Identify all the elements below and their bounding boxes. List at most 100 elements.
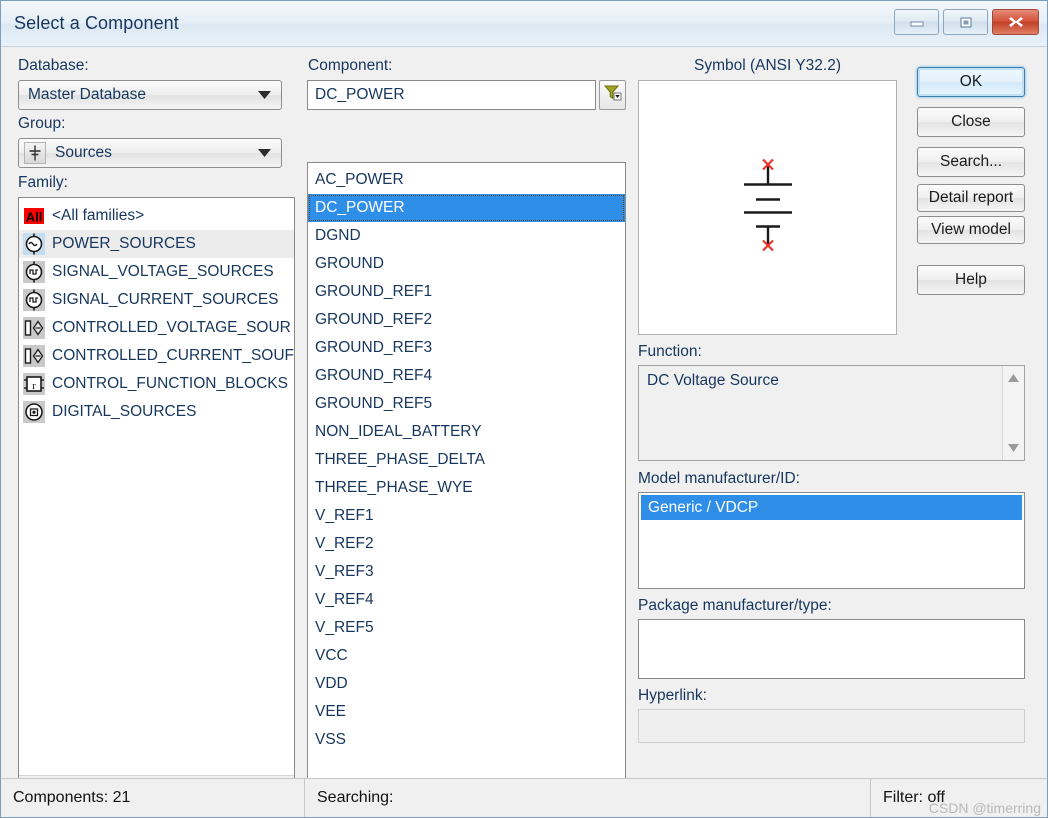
ok-button[interactable]: OK (917, 67, 1025, 97)
hyperlink-field[interactable] (638, 709, 1025, 743)
source-symbol-icon (24, 142, 46, 164)
family-label: Family: (18, 174, 68, 191)
family-listbox[interactable]: All <All families> POWER_SOURCES SIGNAL_… (18, 197, 295, 801)
model-manufacturer-label: Model manufacturer/ID: (638, 470, 800, 487)
package-manufacturer-label-wrap: Package manufacturer/type: (638, 597, 832, 615)
control-function-blocks-icon: r (23, 373, 45, 395)
component-item[interactable]: DGND (308, 222, 625, 250)
package-manufacturer-listbox[interactable] (638, 619, 1025, 679)
component-item[interactable]: NON_IDEAL_BATTERY (308, 418, 625, 446)
model-manufacturer-item-selected[interactable]: Generic / VDCP (641, 495, 1022, 520)
restore-icon (958, 15, 974, 29)
family-item-controlled-voltage-sources[interactable]: CONTROLLED_VOLTAGE_SOUR (19, 314, 294, 342)
minimize-button[interactable] (894, 9, 939, 35)
family-item-label: SIGNAL_CURRENT_SOURCES (52, 291, 279, 308)
restore-button[interactable] (943, 9, 988, 35)
component-item[interactable]: AC_POWER (308, 166, 625, 194)
dialog-body: Database: Master Database Group: Sources (1, 46, 1047, 801)
close-dialog-button[interactable]: Close (917, 107, 1025, 137)
close-button[interactable] (992, 9, 1039, 35)
dc-battery-symbol-icon (728, 150, 808, 265)
power-sources-icon (23, 233, 45, 255)
close-icon (1007, 14, 1025, 30)
family-item-label: DIGITAL_SOURCES (52, 403, 197, 420)
symbol-header: Symbol (ANSI Y32.2) (638, 57, 897, 75)
minimize-icon (909, 17, 925, 27)
function-scrollbar[interactable] (1002, 366, 1024, 460)
database-label-wrap: Database: (18, 57, 89, 75)
component-filter-button[interactable] (599, 80, 626, 110)
component-search-value: DC_POWER (315, 86, 405, 103)
family-item-power-sources[interactable]: POWER_SOURCES (19, 230, 294, 258)
component-item[interactable]: V_REF3 (308, 558, 625, 586)
component-item[interactable]: VSS (308, 726, 625, 754)
status-components-count: Components: 21 (13, 789, 131, 806)
signal-voltage-sources-icon (23, 261, 45, 283)
family-item-controlled-current-sources[interactable]: CONTROLLED_CURRENT_SOUF (19, 342, 294, 370)
component-item-selected[interactable]: DC_POWER (308, 194, 625, 222)
component-item[interactable]: GROUND (308, 250, 625, 278)
scroll-down-arrow-icon[interactable] (1008, 439, 1019, 457)
component-item[interactable]: GROUND_REF3 (308, 334, 625, 362)
group-combobox[interactable]: Sources (18, 138, 282, 168)
search-button[interactable]: Search... (917, 147, 1025, 177)
hyperlink-label: Hyperlink: (638, 687, 707, 704)
component-item[interactable]: V_REF1 (308, 502, 625, 530)
component-item[interactable]: V_REF5 (308, 614, 625, 642)
title-bar: Select a Component (1, 1, 1047, 46)
component-item[interactable]: THREE_PHASE_DELTA (308, 446, 625, 474)
family-item-control-function-blocks[interactable]: r CONTROL_FUNCTION_BLOCKS (19, 370, 294, 398)
family-item-label: CONTROL_FUNCTION_BLOCKS (52, 375, 288, 392)
select-component-dialog: Select a Component Database: Master Data… (0, 0, 1048, 818)
component-item[interactable]: VDD (308, 670, 625, 698)
family-item-label: CONTROLLED_VOLTAGE_SOUR (52, 319, 291, 336)
model-manufacturer-label-wrap: Model manufacturer/ID: (638, 470, 800, 488)
database-label: Database: (18, 57, 89, 74)
filter-funnel-icon (603, 83, 622, 107)
view-model-button[interactable]: View model (917, 216, 1025, 244)
chevron-down-icon (258, 144, 271, 162)
controlled-voltage-sources-icon (23, 317, 45, 339)
database-value: Master Database (28, 86, 147, 103)
all-families-icon: All (23, 205, 45, 227)
help-button[interactable]: Help (917, 265, 1025, 295)
family-item-label: SIGNAL_VOLTAGE_SOURCES (52, 263, 274, 280)
status-bar: Components: 21 Searching: Filter: off CS… (1, 778, 1047, 817)
component-item[interactable]: VCC (308, 642, 625, 670)
status-filter: Filter: off (870, 779, 1047, 817)
detail-report-button[interactable]: Detail report (917, 184, 1025, 212)
database-combobox[interactable]: Master Database (18, 80, 282, 110)
scroll-up-arrow-icon[interactable] (1008, 369, 1019, 387)
component-list-items: AC_POWER DC_POWER DGND GROUND GROUND_REF… (308, 163, 625, 754)
family-item-signal-current-sources[interactable]: SIGNAL_CURRENT_SOURCES (19, 286, 294, 314)
model-manufacturer-listbox[interactable]: Generic / VDCP (638, 492, 1025, 589)
component-item[interactable]: GROUND_REF2 (308, 306, 625, 334)
digital-sources-icon (23, 401, 45, 423)
component-label-wrap: Component: (308, 57, 392, 75)
component-item[interactable]: VEE (308, 698, 625, 726)
function-panel: DC Voltage Source (638, 365, 1025, 461)
component-item[interactable]: V_REF2 (308, 530, 625, 558)
symbol-preview (638, 80, 897, 335)
family-item-digital-sources[interactable]: DIGITAL_SOURCES (19, 398, 294, 426)
family-item-all-families[interactable]: All <All families> (19, 202, 294, 230)
group-label-wrap: Group: (18, 115, 65, 133)
family-item-label: POWER_SOURCES (52, 235, 196, 252)
component-search-input[interactable]: DC_POWER (307, 80, 596, 110)
component-item[interactable]: THREE_PHASE_WYE (308, 474, 625, 502)
component-item[interactable]: V_REF4 (308, 586, 625, 614)
controlled-current-sources-icon (23, 345, 45, 367)
function-value: DC Voltage Source (647, 372, 779, 389)
svg-text:All: All (26, 210, 43, 225)
component-item[interactable]: GROUND_REF4 (308, 362, 625, 390)
family-list-items: All <All families> POWER_SOURCES SIGNAL_… (19, 198, 294, 426)
group-label: Group: (18, 115, 66, 132)
svg-text:r: r (32, 380, 36, 392)
signal-current-sources-icon (23, 289, 45, 311)
family-item-signal-voltage-sources[interactable]: SIGNAL_VOLTAGE_SOURCES (19, 258, 294, 286)
component-item[interactable]: GROUND_REF1 (308, 278, 625, 306)
status-searching: Searching: (304, 779, 870, 817)
component-listbox[interactable]: AC_POWER DC_POWER DGND GROUND GROUND_REF… (307, 162, 626, 801)
component-item[interactable]: GROUND_REF5 (308, 390, 625, 418)
family-label-wrap: Family: (18, 174, 68, 192)
